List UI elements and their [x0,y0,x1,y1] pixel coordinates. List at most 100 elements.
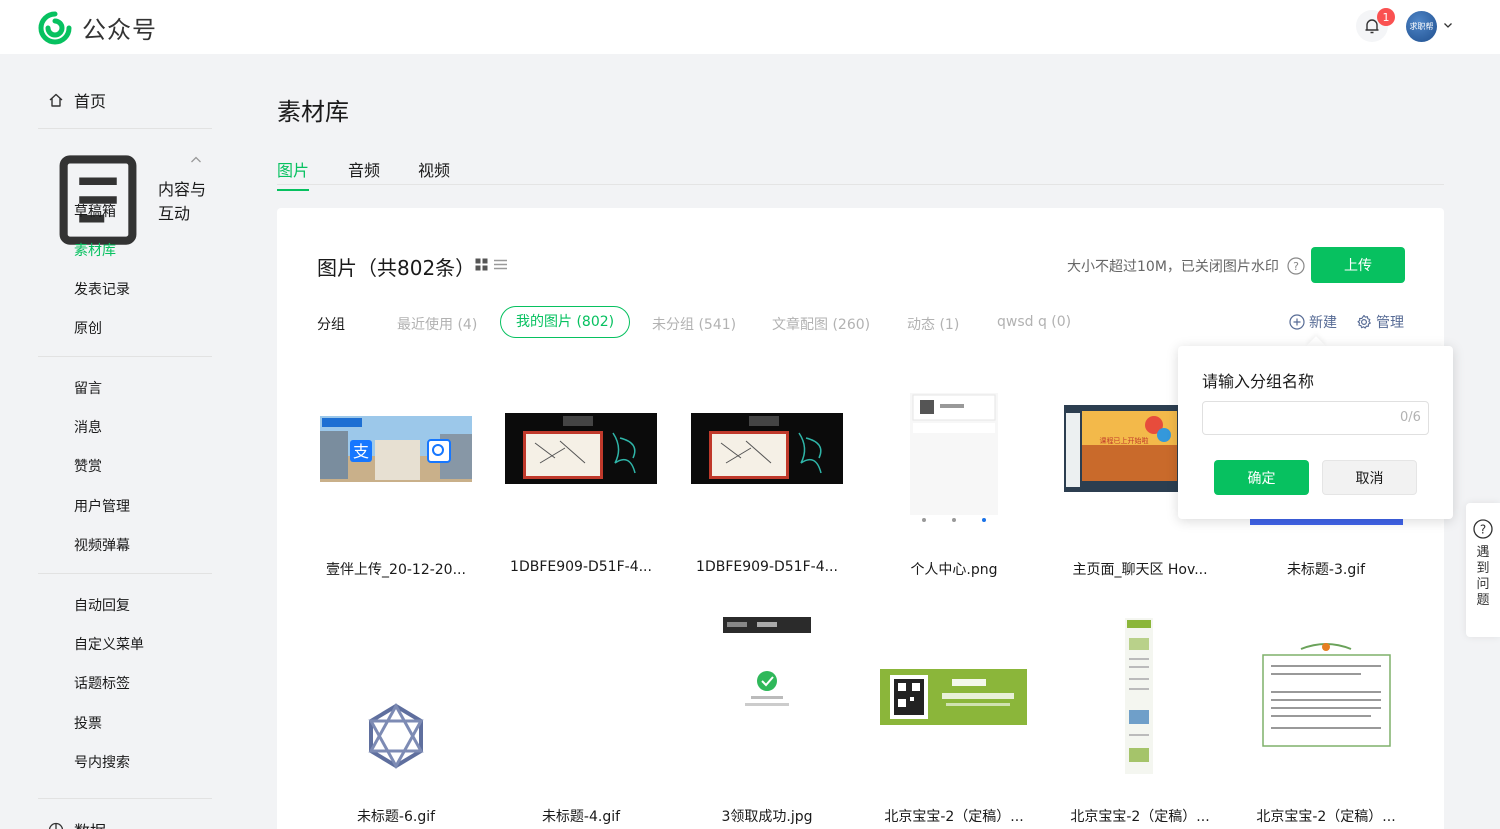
app-name: 公众号 [82,16,157,44]
sidebar-item-vote[interactable]: 投票 [74,713,102,733]
group-label: 分组 [317,317,345,333]
divider [38,128,212,129]
notification-badge: 1 [1377,8,1395,26]
image-thumbnail[interactable] [505,413,657,484]
upload-button[interactable]: 上传 [1311,247,1405,283]
image-thumbnail[interactable] [723,617,811,633]
image-name: 未标题-6.gif [356,809,436,825]
image-preview [723,617,811,633]
sidebar-group-content[interactable]: 内容与互动 [48,150,208,250]
image-thumbnail[interactable] [910,373,998,525]
help-circle-icon[interactable]: ? [1287,257,1305,275]
chart-icon [48,822,64,829]
document-icon [59,155,137,245]
help-text: 遇到问题 [1476,545,1490,608]
sidebar-item-home[interactable]: 首页 [48,88,106,112]
sidebar-item-users[interactable]: 用户管理 [74,496,130,516]
home-icon [49,93,63,107]
sidebar-item-comments[interactable]: 留言 [74,378,102,398]
group-name-input[interactable] [1202,401,1429,435]
image-name: 北京宝宝-2（定稿）... [1256,809,1396,825]
chevron-up-icon[interactable] [190,154,202,166]
group-tab-qwsd[interactable]: qwsd q (0) [997,314,1071,330]
grid-view-icon[interactable] [475,258,488,271]
image-thumbnail[interactable]: 支 [320,416,472,482]
manage-groups-button[interactable]: 管理 [1356,312,1404,332]
divider [38,573,212,574]
sidebar: 首页 内容与互动 草稿箱 素材库 发表记录 原创 留言 消息 赞赏 用户管理 视… [0,54,250,829]
image-name: 壹伴上传_20-12-20... [326,562,466,578]
upload-hint: 大小不超过10M，已关闭图片水印 ? [1067,256,1305,276]
sidebar-group-data[interactable]: 数据 [48,818,106,829]
image-preview: 课程已上开始啦 [1064,405,1179,492]
manage-label: 管理 [1376,315,1404,331]
sidebar-item-messages[interactable]: 消息 [74,417,102,437]
media-tabs: 图片 音频 视频 [277,157,1444,191]
list-view-icon[interactable] [494,258,507,271]
image-preview [1125,618,1153,774]
image-name: 未标题-3.gif [1286,562,1366,578]
sidebar-item-label: 首页 [74,92,107,111]
image-name: 3领取成功.jpg [721,809,813,825]
view-toggle [475,258,507,271]
image-thumbnail[interactable]: 课程已上开始啦 [1064,405,1179,492]
confirm-button[interactable]: 确定 [1214,460,1309,495]
avatar[interactable]: 求职帮 [1406,11,1437,42]
svg-text:课程已上开始啦: 课程已上开始啦 [1100,436,1149,445]
image-name: 未标题-4.gif [541,809,621,825]
sidebar-group-label: 内容与互动 [158,180,207,223]
image-preview [1261,641,1392,748]
sidebar-item-topic-tags[interactable]: 话题标签 [74,673,130,693]
divider [38,798,212,799]
logo[interactable]: 公众号 [38,10,157,45]
tab-audio[interactable]: 音频 [348,157,380,189]
group-tab-recent[interactable]: 最近使用 (4) [397,314,477,334]
char-counter: 0/6 [1400,410,1421,425]
sidebar-item-publish-records[interactable]: 发表记录 [74,279,130,299]
image-name: 个人中心.png [910,562,998,578]
sidebar-item-search[interactable]: 号内搜索 [74,752,130,772]
new-group-label: 新建 [1309,315,1337,331]
divider [38,356,212,357]
image-name: 1DBFE909-D51F-4... [510,559,652,575]
sidebar-group-label: 数据 [74,818,106,829]
group-tab-moments[interactable]: 动态 (1) [907,314,959,334]
image-thumbnail[interactable] [691,413,843,484]
svg-text:?: ? [1293,260,1299,273]
image-preview: 支 [320,416,472,482]
popup-title: 请输入分组名称 [1202,372,1315,391]
upload-hint-text: 大小不超过10M，已关闭图片水印 [1067,259,1279,275]
sidebar-item-rewards[interactable]: 赞赏 [74,456,102,476]
group-tab-article-images[interactable]: 文章配图 (260) [772,314,870,334]
tab-images[interactable]: 图片 [277,157,310,191]
image-name: 1DBFE909-D51F-4... [696,559,838,575]
image-preview [505,413,657,484]
wechat-logo-icon [38,11,72,44]
image-thumbnail[interactable] [367,702,425,770]
sidebar-item-custom-menu[interactable]: 自定义菜单 [74,634,144,654]
sidebar-item-original[interactable]: 原创 [74,318,102,338]
image-thumbnail[interactable] [1125,618,1153,774]
chevron-down-icon[interactable] [1443,20,1453,30]
image-preview [368,702,424,770]
image-preview [691,413,843,484]
group-tab-ungrouped[interactable]: 未分组 (541) [652,314,736,334]
gear-icon [1357,314,1371,329]
sidebar-item-drafts[interactable]: 草稿箱 [74,201,116,221]
cancel-button[interactable]: 取消 [1322,460,1417,495]
new-group-button[interactable]: 新建 [1289,312,1337,332]
image-thumbnail[interactable] [739,670,795,710]
image-name: 主页面_聊天区 Hov... [1072,562,1208,578]
sidebar-item-danmaku[interactable]: 视频弹幕 [74,535,130,555]
svg-text:?: ? [1480,523,1486,537]
group-tab-my-images[interactable]: 我的图片 (802) [500,306,631,338]
sidebar-item-library[interactable]: 素材库 [74,240,116,260]
question-circle-icon: ? [1473,519,1493,539]
image-thumbnail[interactable] [880,669,1027,725]
plus-circle-icon [1289,314,1305,330]
sidebar-item-auto-reply[interactable]: 自动回复 [74,595,130,615]
image-preview [910,373,998,525]
image-thumbnail[interactable] [1261,641,1392,748]
help-float-button[interactable]: ? 遇到问题 [1466,503,1500,637]
tab-video[interactable]: 视频 [418,157,450,189]
